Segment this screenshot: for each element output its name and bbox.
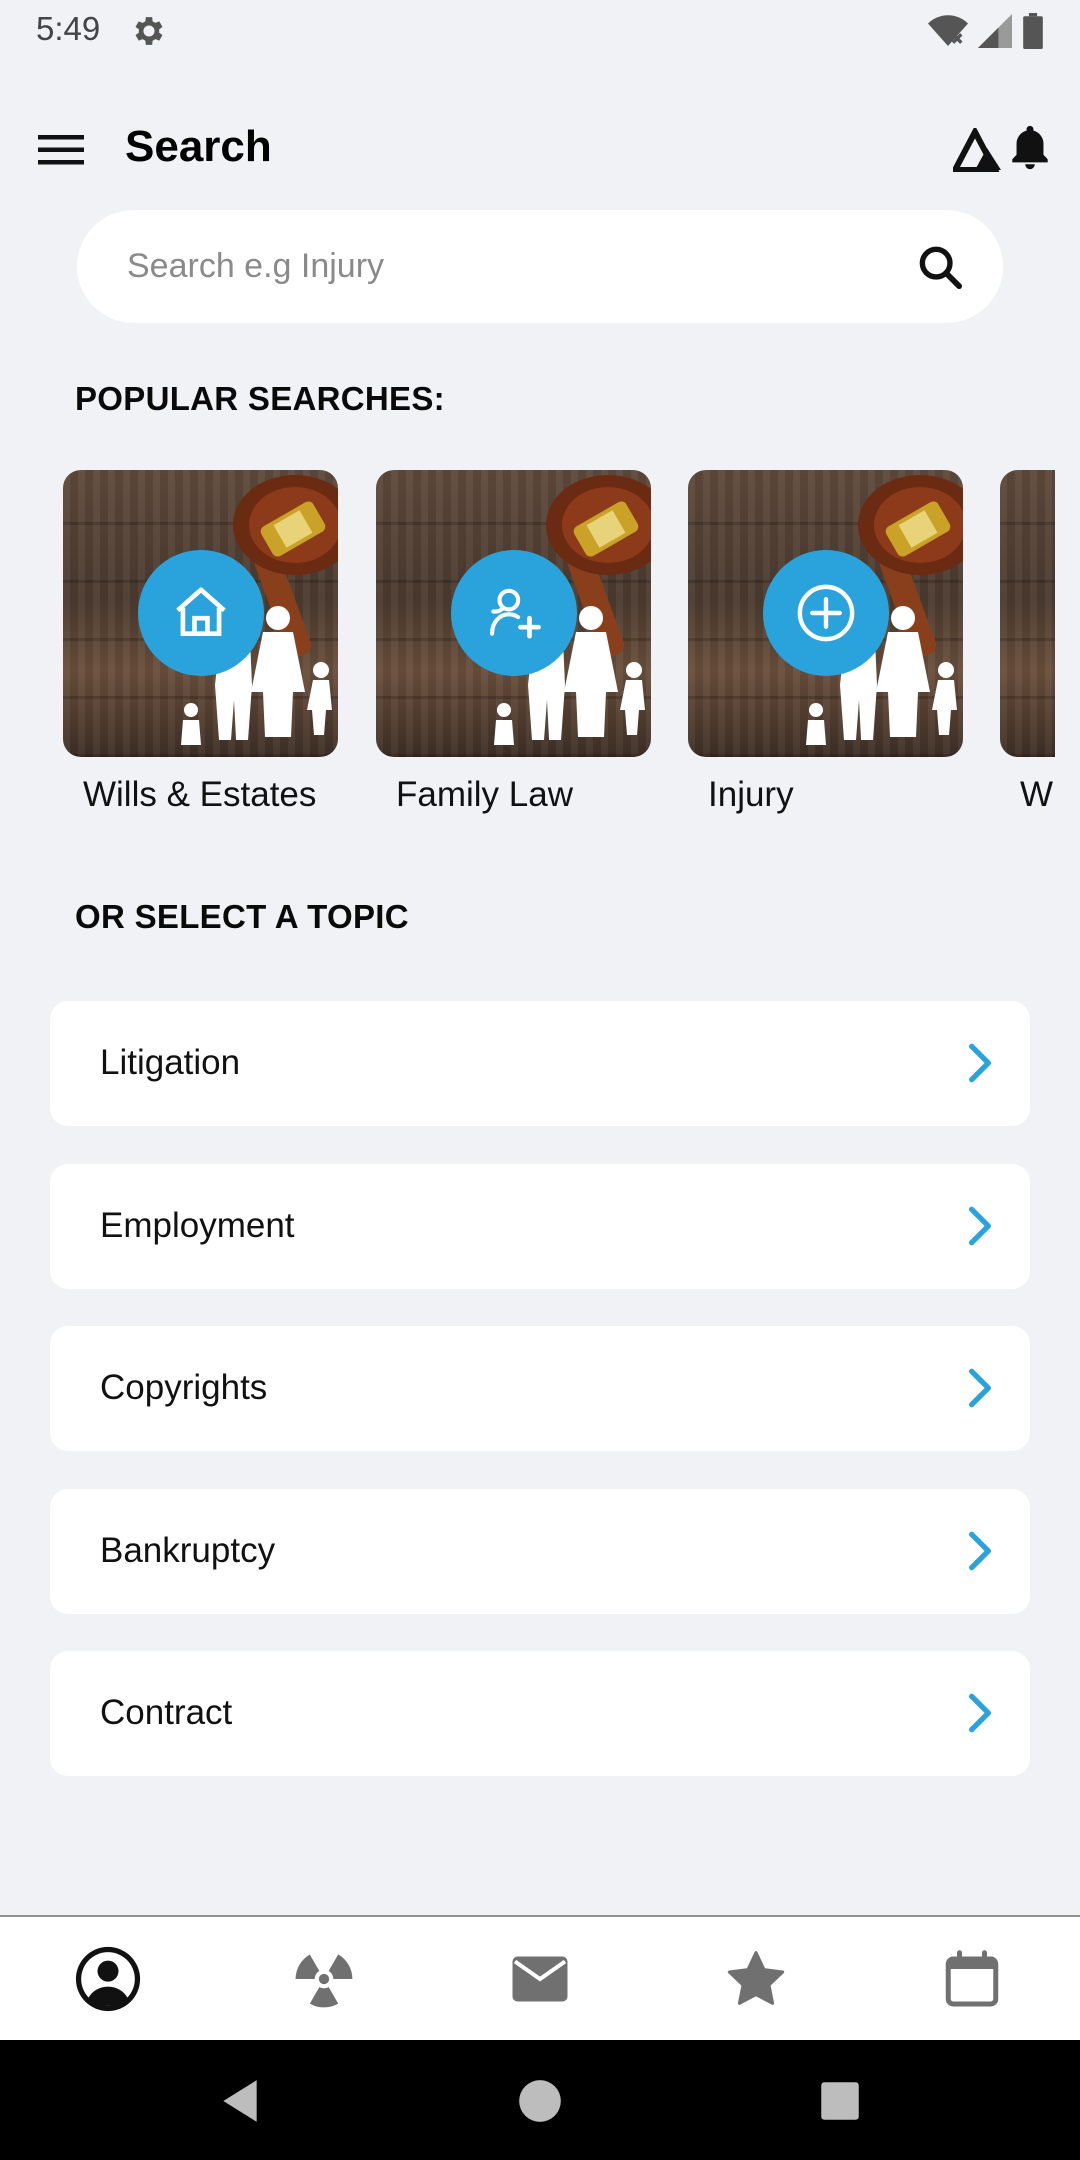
home-icon[interactable]	[515, 2076, 565, 2126]
cell-signal-icon	[978, 14, 1012, 48]
recents-icon[interactable]	[815, 2076, 865, 2126]
radiation-icon	[295, 1954, 353, 2008]
topic-label: Employment	[100, 1206, 295, 1245]
search-input[interactable]	[127, 210, 907, 323]
topic-item-bankruptcy[interactable]: Bankruptcy	[50, 1489, 1030, 1614]
status-bar: 5:49	[0, 0, 1080, 66]
nav-calendar[interactable]	[932, 1939, 1012, 2019]
back-icon[interactable]	[215, 2076, 265, 2126]
card-label: Wi	[1020, 775, 1055, 814]
card-image	[63, 470, 338, 757]
chevron-right-icon	[969, 1531, 991, 1571]
page-title: Search	[125, 122, 272, 171]
plus-circle-icon	[797, 584, 855, 642]
topic-label: Litigation	[100, 1043, 241, 1082]
bell-icon[interactable]	[1006, 122, 1054, 172]
house-icon	[176, 587, 226, 636]
status-time: 5:49	[36, 10, 101, 47]
topic-item-employment[interactable]: Employment	[50, 1164, 1030, 1289]
nav-profile[interactable]	[68, 1939, 148, 2019]
card-label: Injury	[708, 775, 794, 814]
nav-mail[interactable]	[500, 1939, 580, 2019]
chevron-right-icon	[969, 1043, 991, 1083]
card-image	[688, 470, 963, 757]
bottom-navigation	[0, 1915, 1080, 2040]
popular-searches-carousel[interactable]: Wills & Estates Family Law Injury W	[0, 470, 1055, 830]
card-image	[1000, 470, 1055, 757]
card-badge	[138, 550, 264, 676]
system-navigation-bar	[0, 2040, 1080, 2160]
popular-card-family-law[interactable]: Family Law	[376, 470, 651, 815]
nav-favorites[interactable]	[716, 1939, 796, 2019]
card-badge	[763, 550, 889, 676]
topic-item-contract[interactable]: Contract	[50, 1651, 1030, 1776]
card-image	[376, 470, 651, 757]
status-icons	[928, 12, 1044, 50]
settings-gear-icon	[135, 17, 163, 45]
popular-card-injury[interactable]: Injury	[688, 470, 963, 815]
chevron-right-icon	[969, 1368, 991, 1408]
add-person-icon	[489, 588, 541, 639]
app-bar: Search	[0, 110, 1080, 190]
wifi-icon	[928, 15, 968, 46]
chevron-right-icon	[969, 1693, 991, 1733]
select-topic-heading: OR SELECT A TOPIC	[75, 898, 409, 935]
card-label: Wills & Estates	[83, 775, 317, 814]
nav-radiation[interactable]	[284, 1939, 364, 2019]
topic-item-litigation[interactable]: Litigation	[50, 1001, 1030, 1126]
search-screen: 5:49 Search Search e.g Injury POPULAR SE…	[0, 0, 1080, 2160]
popular-searches-heading: POPULAR SEARCHES:	[75, 380, 445, 417]
battery-icon	[1023, 13, 1043, 49]
hamburger-menu-icon[interactable]	[36, 130, 86, 170]
card-label: Family Law	[396, 775, 573, 814]
mail-icon	[512, 1956, 568, 2002]
topic-item-copyrights[interactable]: Copyrights	[50, 1326, 1030, 1451]
calendar-icon	[945, 1950, 999, 2007]
profile-icon	[75, 1946, 141, 2012]
popular-card-partial[interactable]: Wi	[1000, 470, 1055, 815]
chevron-right-icon	[969, 1206, 991, 1246]
topic-label: Copyrights	[100, 1368, 268, 1407]
topic-label: Contract	[100, 1693, 233, 1732]
topic-label: Bankruptcy	[100, 1531, 276, 1570]
star-icon	[727, 1951, 785, 2005]
search-icon[interactable]	[917, 244, 963, 290]
popular-card-wills-estates[interactable]: Wills & Estates	[63, 470, 338, 815]
card-badge	[451, 550, 577, 676]
brand-logo-icon[interactable]	[953, 128, 1003, 172]
search-bar	[77, 210, 1003, 323]
